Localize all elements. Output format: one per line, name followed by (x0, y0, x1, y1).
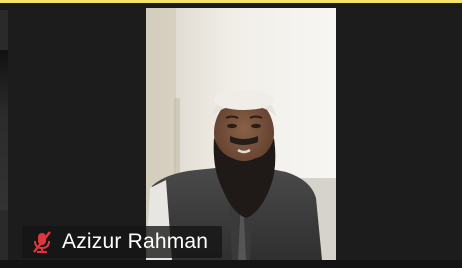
participant-video[interactable] (146, 8, 336, 260)
adjacent-video-tile[interactable] (0, 10, 8, 260)
gallery-bottom-edge (0, 260, 462, 268)
active-speaker-highlight (0, 0, 462, 3)
video-tile-letterbox-right (336, 8, 462, 260)
participant-name-tag: Azizur Rahman (22, 226, 223, 258)
video-meeting-gallery: Azizur Rahman (0, 0, 462, 268)
participant-video-frame (146, 8, 336, 260)
participant-name: Azizur Rahman (62, 230, 209, 253)
mic-muted-icon[interactable] (30, 230, 54, 254)
video-tile-letterbox-left (8, 8, 146, 260)
